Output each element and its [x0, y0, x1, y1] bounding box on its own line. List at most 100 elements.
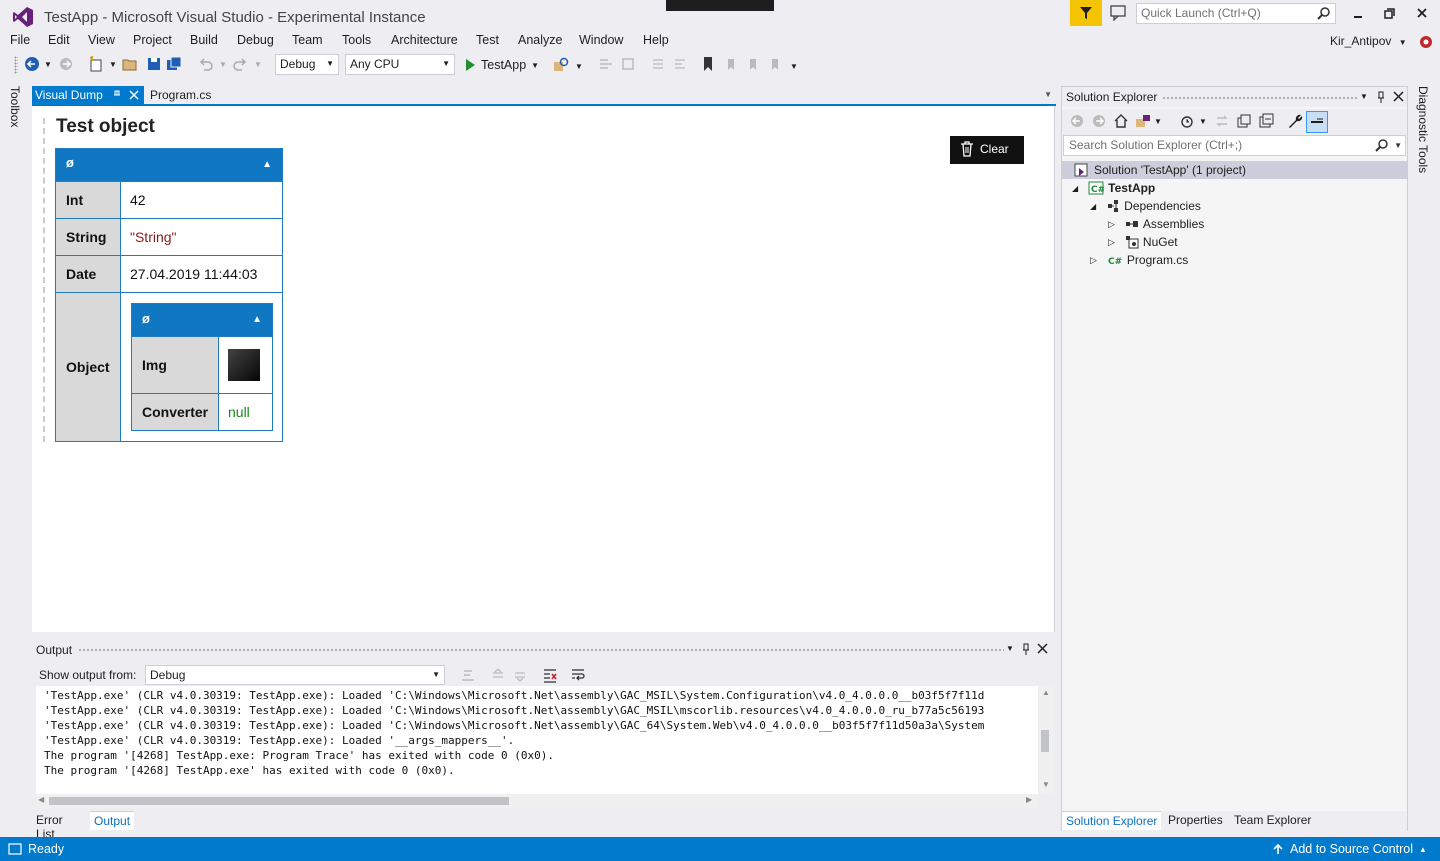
clear-all-icon[interactable] [542, 667, 558, 683]
solution-search-input[interactable]: Search Solution Explorer (Ctrl+;) ▼ [1063, 135, 1406, 156]
pin-icon[interactable] [112, 89, 122, 101]
menu-tools[interactable]: Tools [342, 33, 371, 47]
tree-item-project[interactable]: ◢ C# TestApp [1072, 179, 1155, 197]
back-icon[interactable] [1070, 114, 1084, 128]
next-bookmark-icon[interactable] [746, 56, 762, 72]
output-horizontal-scrollbar[interactable]: ◀ ▶ [36, 794, 1038, 808]
undo-dropdown-icon[interactable]: ▼ [219, 60, 227, 69]
close-icon[interactable] [1393, 91, 1404, 102]
nested-table-header[interactable]: ø ▲ [132, 304, 272, 336]
undo-icon[interactable] [198, 56, 214, 72]
toggle-word-wrap-icon[interactable] [570, 667, 586, 683]
tab-list-dropdown-icon[interactable]: ▼ [1044, 90, 1052, 99]
switch-views-icon[interactable] [1135, 113, 1151, 129]
user-account[interactable]: Kir_Antipov ▼ [1330, 34, 1407, 48]
close-window-button[interactable] [1410, 4, 1434, 24]
clear-bookmarks-icon[interactable] [768, 56, 784, 72]
add-to-source-control-button[interactable]: Add to Source Control ▲ [1272, 842, 1427, 856]
clear-button[interactable]: Clear [950, 136, 1024, 164]
menu-window[interactable]: Window [579, 33, 623, 47]
properties-wrench-icon[interactable] [1287, 113, 1303, 129]
find-message-in-code-icon[interactable] [460, 667, 476, 683]
close-tab-icon[interactable] [128, 89, 140, 101]
toolbar-grip[interactable] [14, 56, 18, 74]
tree-item-assemblies[interactable]: ▷ Assemblies [1108, 215, 1204, 233]
pending-changes-filter-icon[interactable] [1180, 113, 1196, 129]
menu-team[interactable]: Team [292, 33, 323, 47]
output-vertical-scrollbar[interactable]: ▲ ▼ [1038, 686, 1054, 794]
new-dropdown-icon[interactable]: ▼ [109, 60, 117, 69]
next-message-icon[interactable] [512, 667, 528, 683]
menu-help[interactable]: Help [643, 33, 669, 47]
previous-message-icon[interactable] [490, 667, 506, 683]
collapse-caret-icon[interactable]: ▲ [262, 159, 272, 170]
tab-output[interactable]: Output [90, 811, 135, 830]
scrollbar-thumb[interactable] [1041, 730, 1049, 752]
scroll-left-icon[interactable]: ◀ [38, 795, 44, 804]
switch-views-dropdown-icon[interactable]: ▼ [1154, 117, 1162, 126]
auto-hide-pin-icon[interactable] [1376, 91, 1386, 103]
dump-table-header[interactable]: ø ▲ [56, 149, 282, 181]
tree-item-program-cs[interactable]: ▷ C# Program.cs [1090, 251, 1188, 269]
diagnostic-tools-tab[interactable]: Diagnostic Tools [1416, 86, 1430, 173]
drag-handle[interactable] [666, 0, 774, 11]
navigate-forward-icon[interactable] [58, 56, 74, 72]
step-into-icon[interactable] [598, 56, 614, 72]
comment-lines-icon[interactable] [650, 56, 666, 72]
tab-team-explorer[interactable]: Team Explorer [1230, 811, 1315, 829]
save-all-icon[interactable] [166, 56, 182, 72]
start-debugging-button[interactable]: TestApp ▼ [464, 56, 539, 74]
tab-solution-explorer[interactable]: Solution Explorer [1062, 811, 1162, 830]
refresh-icon[interactable] [1236, 113, 1252, 129]
redo-icon[interactable] [232, 56, 248, 72]
forward-icon[interactable] [1092, 114, 1106, 128]
panel-grip[interactable] [1162, 96, 1357, 100]
quick-launch-input[interactable]: Quick Launch (Ctrl+Q) [1136, 3, 1336, 24]
tree-item-solution[interactable]: Solution 'TestApp' (1 project) [1062, 161, 1407, 179]
tab-visual-dump[interactable]: Visual Dump [32, 86, 144, 106]
menu-analyze[interactable]: Analyze [518, 33, 562, 47]
open-file-icon[interactable] [122, 56, 138, 72]
output-source-select[interactable]: Debug ▼ [145, 665, 445, 685]
back-dropdown-icon[interactable]: ▼ [44, 60, 52, 69]
menu-project[interactable]: Project [133, 33, 172, 47]
scroll-up-icon[interactable]: ▲ [1042, 688, 1050, 697]
minimize-button[interactable] [1346, 4, 1370, 24]
filter-dropdown-icon[interactable]: ▼ [1199, 117, 1207, 126]
scrollbar-thumb[interactable] [49, 797, 509, 805]
scroll-down-icon[interactable]: ▼ [1042, 780, 1050, 789]
menu-test[interactable]: Test [476, 33, 499, 47]
save-icon[interactable] [146, 56, 162, 72]
step-over-icon[interactable] [620, 56, 636, 72]
tab-properties[interactable]: Properties [1164, 811, 1227, 829]
output-text[interactable]: 'TestApp.exe' (CLR v4.0.30319: TestApp.e… [36, 686, 1038, 794]
preview-selected-items-button[interactable] [1306, 111, 1328, 133]
menu-build[interactable]: Build [190, 33, 218, 47]
menu-edit[interactable]: Edit [48, 33, 70, 47]
toolbox-tab[interactable]: Toolbox [8, 86, 22, 127]
close-icon[interactable] [1037, 643, 1048, 654]
redo-dropdown-icon[interactable]: ▼ [254, 60, 262, 69]
menu-view[interactable]: View [88, 33, 115, 47]
collapse-all-icon[interactable] [1258, 113, 1274, 129]
menu-debug[interactable]: Debug [237, 33, 274, 47]
menu-architecture[interactable]: Architecture [391, 33, 458, 47]
feedback-icon[interactable] [1110, 5, 1128, 21]
previous-bookmark-icon[interactable] [724, 56, 740, 72]
uncomment-lines-icon[interactable] [672, 56, 688, 72]
find-in-files-icon[interactable] [553, 56, 571, 72]
panel-grip[interactable] [78, 648, 1004, 652]
notifications-flag-button[interactable] [1070, 0, 1102, 26]
tab-program-cs[interactable]: Program.cs [146, 86, 215, 106]
collapse-caret-icon[interactable]: ▲ [252, 314, 262, 325]
tree-item-dependencies[interactable]: ◢ Dependencies [1090, 197, 1201, 215]
solution-configuration-select[interactable]: Debug ▼ [275, 54, 339, 75]
restore-button[interactable] [1377, 4, 1401, 24]
tree-item-nuget[interactable]: ▷ NuGet [1108, 233, 1178, 251]
find-dropdown-icon[interactable]: ▼ [575, 62, 583, 71]
solution-platform-select[interactable]: Any CPU ▼ [345, 54, 455, 75]
bookmark-icon[interactable] [701, 56, 715, 72]
scroll-right-icon[interactable]: ▶ [1026, 795, 1032, 804]
new-project-icon[interactable] [88, 56, 104, 72]
home-icon[interactable] [1113, 113, 1129, 129]
